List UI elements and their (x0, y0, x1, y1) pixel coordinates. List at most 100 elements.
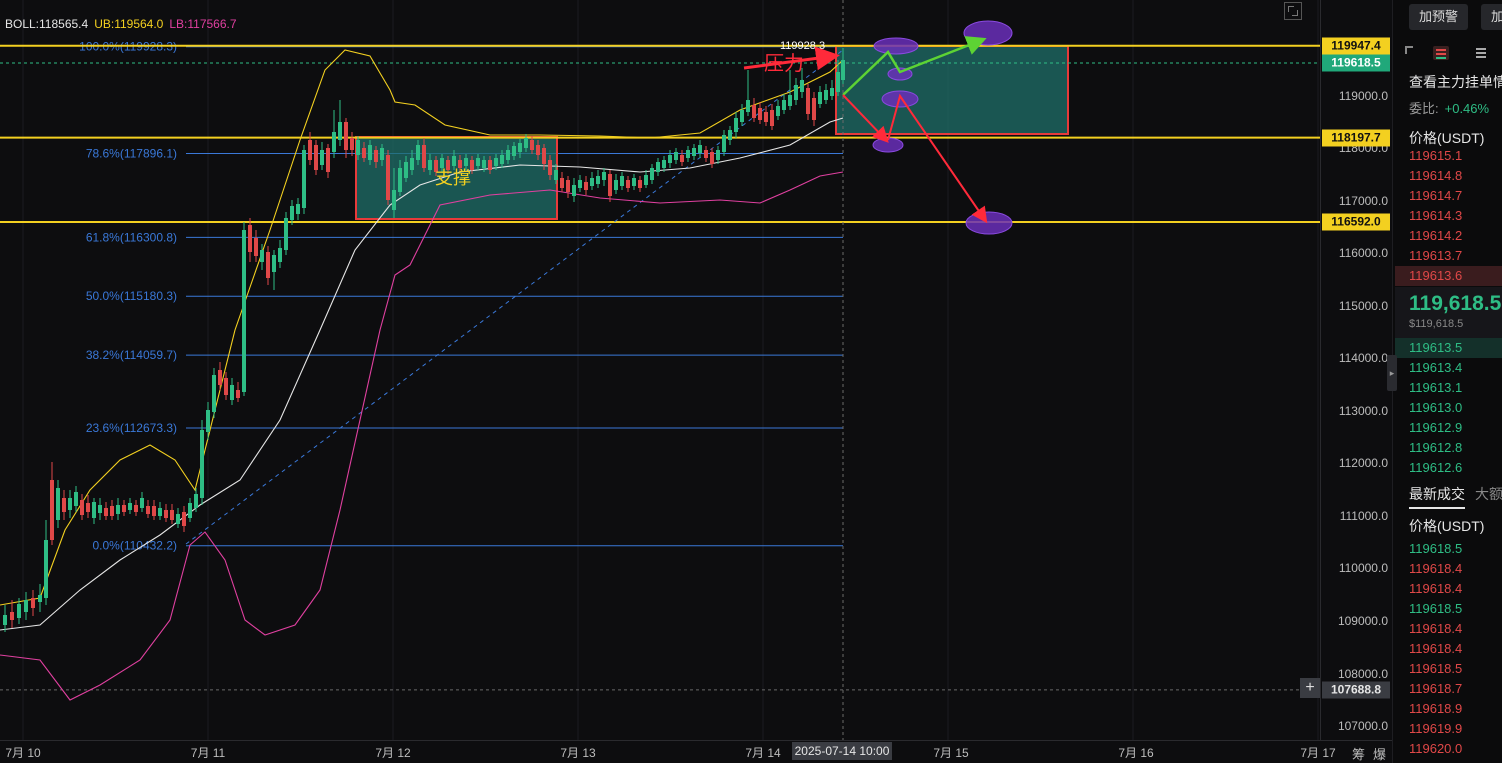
ask-row[interactable]: 119614.8 (1409, 166, 1462, 186)
candle-body (578, 180, 582, 188)
candle-body (452, 156, 456, 166)
candle-body (476, 158, 480, 166)
candle-body (74, 492, 78, 506)
candle-body (344, 122, 348, 150)
candle-body (560, 178, 564, 188)
crosshair-time-label: 2025-07-14 10:00 (792, 742, 892, 760)
candle-body (248, 225, 252, 252)
boll-lb-value: LB:117566.7 (169, 17, 237, 31)
bid-row[interactable]: 119612.6 (1409, 458, 1462, 478)
trade-row[interactable]: 119618.4 (1409, 579, 1462, 599)
bid-row[interactable]: 119613.0 (1409, 398, 1462, 418)
trade-row[interactable]: 119618.4 (1409, 639, 1462, 659)
candle-body (122, 505, 126, 512)
candle-body (116, 505, 120, 514)
candle-body (128, 503, 132, 510)
trade-row[interactable]: 119618.4 (1409, 619, 1462, 639)
candle-body (668, 155, 672, 163)
price-tick: 113000.0 (1338, 403, 1388, 418)
fullscreen-icon[interactable] (1284, 2, 1302, 20)
candle-body (260, 250, 264, 262)
time-axis[interactable]: 2025-07-14 10:00 筹 爆 7月 10 7月 11 7月 12 7月 1… (0, 740, 1392, 763)
candle-body (230, 385, 234, 400)
add-button[interactable]: 加 (1481, 4, 1502, 30)
candlestick-chart[interactable]: 100.0%(119928.3) 78.6%(117896.1) 61.8%(116… (0, 0, 1320, 740)
ask-row[interactable]: 119614.2 (1409, 226, 1462, 246)
candle-body (752, 105, 756, 118)
ask-row[interactable]: 119613.6 (1409, 266, 1462, 286)
trade-row[interactable]: 119618.9 (1409, 699, 1462, 719)
candle-body (254, 238, 258, 256)
ask-row[interactable]: 119613.7 (1409, 246, 1462, 266)
boll-main-value: BOLL:118565.4 (5, 17, 89, 31)
candle-body (80, 500, 84, 515)
tab-large-trades[interactable]: 大额 (1475, 486, 1502, 502)
orderbook-asks-icon[interactable] (1433, 46, 1449, 60)
trade-row[interactable]: 119618.5 (1409, 539, 1462, 559)
candle-body (10, 612, 14, 620)
ask-row[interactable]: 119615.1 (1409, 146, 1462, 166)
candle-body (44, 540, 48, 598)
collapse-panel-handle[interactable]: ▸ (1387, 355, 1397, 391)
bid-row[interactable]: 119613.5 (1409, 338, 1462, 358)
candle-body (50, 480, 54, 540)
order-ratio-value: +0.46% (1444, 101, 1490, 116)
bid-row[interactable]: 119612.8 (1409, 438, 1462, 458)
candle-body (146, 506, 150, 514)
price-tick: 111000.0 (1339, 508, 1388, 523)
candle-body (56, 488, 60, 520)
candle-body (734, 118, 738, 132)
chip-distribution-button[interactable]: 筹 (1352, 744, 1365, 763)
tab-latest-trades[interactable]: 最新成交 (1409, 486, 1465, 502)
candle-body (584, 182, 588, 190)
orderbook-both-icon[interactable] (1405, 46, 1421, 60)
liquidation-button[interactable]: 爆 (1373, 744, 1386, 763)
ask-row[interactable]: 119614.7 (1409, 186, 1462, 206)
time-tick: 7月 15 (933, 746, 969, 760)
candle-body (542, 148, 546, 164)
bid-row[interactable]: 119613.4 (1409, 358, 1462, 378)
candle-body (722, 135, 726, 152)
fib-label: 100.0%(119928.3) (79, 40, 177, 54)
price-tick: 112000.0 (1338, 456, 1388, 471)
trade-row[interactable]: 119618.4 (1409, 559, 1462, 579)
trendline (185, 49, 844, 545)
candle-body (662, 160, 666, 168)
ask-row[interactable]: 119614.3 (1409, 206, 1462, 226)
trade-row[interactable]: 119620.0 (1409, 739, 1462, 759)
trade-row[interactable]: 119618.7 (1409, 679, 1462, 699)
candle-body (266, 252, 270, 278)
main-orders-link[interactable]: 查看主力挂单情 (1409, 72, 1502, 92)
candle-body (218, 370, 222, 385)
chart-area[interactable]: 100.0%(119928.3) 78.6%(117896.1) 61.8%(116… (0, 0, 1320, 740)
orderbook-list-icon[interactable] (1473, 46, 1489, 60)
candle-body (836, 72, 840, 92)
trade-row[interactable]: 119619.9 (1409, 719, 1462, 739)
candle-body (698, 145, 702, 153)
candle-body (614, 180, 618, 190)
candle-body (632, 178, 636, 186)
candle-body (212, 375, 216, 412)
candle-body (776, 106, 780, 116)
bid-row[interactable]: 119613.1 (1409, 378, 1462, 398)
add-alert-button[interactable]: 加预警 (1409, 4, 1469, 30)
boll-upper-band (0, 49, 844, 606)
candle-body (482, 160, 486, 168)
tab-active-indicator (1409, 507, 1465, 509)
candle-body (320, 150, 324, 165)
trade-row[interactable]: 119618.5 (1409, 659, 1462, 679)
forecast-ellipse (872, 137, 904, 153)
candle-body (674, 152, 678, 160)
add-level-plus-icon[interactable]: + (1300, 678, 1320, 698)
boll-ub-value: UB:119564.0 (94, 17, 164, 31)
candle-body (224, 378, 228, 395)
candle-body (524, 138, 528, 148)
trade-row[interactable]: 119618.5 (1409, 599, 1462, 619)
candle-body (500, 155, 504, 164)
candle-body (110, 506, 114, 516)
candle-body (284, 218, 288, 250)
candle-body (416, 145, 420, 160)
bid-row[interactable]: 119612.9 (1409, 418, 1462, 438)
candle-body (38, 595, 42, 602)
price-axis[interactable]: 119000.0 118000.0 117000.0 116000.0 115000.0… (1320, 0, 1392, 740)
